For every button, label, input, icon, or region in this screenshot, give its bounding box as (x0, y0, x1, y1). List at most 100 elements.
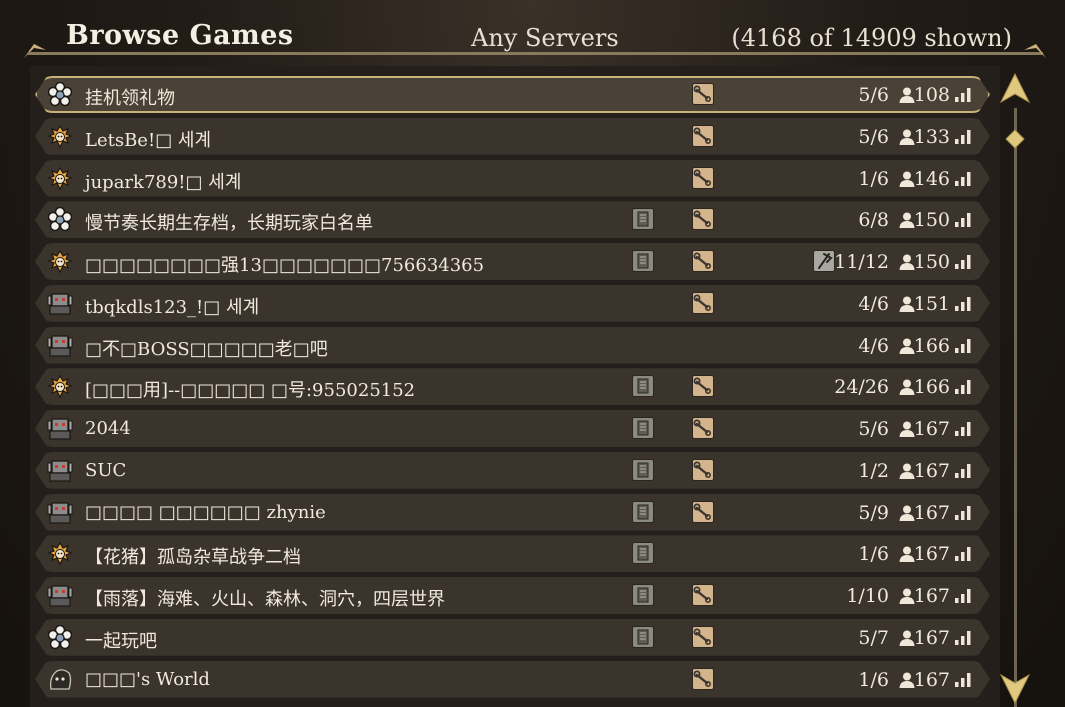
server-name: □不□BOSS□□□□□老□吧 (85, 338, 328, 360)
player-count: 5/6 (858, 418, 889, 440)
wx78-character-icon (47, 291, 73, 317)
ping-value: 146 (913, 167, 950, 190)
wx78-character-icon (47, 416, 73, 442)
server-name: SUC (85, 459, 127, 481)
header: Browse Games Any Servers (4168 of 14909 … (0, 0, 1065, 70)
flower-character-icon (47, 625, 73, 651)
player-count: 11/12 (834, 251, 889, 273)
mods-wrench-icon (692, 250, 714, 272)
ping-value: 166 (913, 376, 950, 399)
flower-character-icon (47, 82, 73, 108)
server-row[interactable]: 慢节奏长期生存档，长期玩家白名单 6/8 150 (35, 201, 990, 238)
ping-signal-icon (954, 463, 972, 478)
dedicated-server-icon (632, 375, 654, 397)
server-list: 挂机领礼物 5/6 108 LetsBe!□ 세계 5/6 133 jupark789!□ … (35, 76, 990, 702)
server-name: 慢节奏长期生存档，长期玩家白名单 (85, 213, 373, 235)
dedicated-server-icon (632, 626, 654, 648)
mods-wrench-icon (692, 292, 714, 314)
server-name: □□□□□□□□强13□□□□□□□756634365 (85, 255, 485, 276)
server-row[interactable]: [□□□用]--□□□□□ □号:955025152 24/26 166 (35, 368, 990, 405)
wilson-character-icon (47, 166, 73, 192)
ping-value: 167 (913, 626, 950, 649)
ping-value: 133 (913, 125, 950, 148)
scroll-thumb[interactable] (1005, 129, 1025, 149)
scrollbar[interactable] (1000, 70, 1030, 707)
mods-wrench-icon (692, 584, 714, 606)
scroll-track[interactable] (1014, 108, 1017, 707)
server-row[interactable]: jupark789!□ 세계 1/6 146 (35, 160, 990, 197)
ping-signal-icon (954, 129, 972, 144)
server-row[interactable]: 【雨落】海难、火山、森林、洞穴，四层世界 1/10 167 (35, 577, 990, 614)
ping-signal-icon (954, 338, 972, 353)
wx78-character-icon (47, 458, 73, 484)
dedicated-server-icon (632, 459, 654, 481)
ping-value: 167 (913, 459, 950, 482)
dedicated-server-icon (632, 584, 654, 606)
mods-wrench-icon (692, 83, 714, 105)
ping-signal-icon (954, 546, 972, 561)
player-count: 5/6 (858, 125, 889, 148)
server-name: 挂机领礼物 (85, 88, 175, 109)
mods-wrench-icon (692, 417, 714, 439)
ping-signal-icon (954, 505, 972, 520)
ping-signal-icon (954, 171, 972, 186)
page-title: Browse Games (66, 20, 294, 51)
mods-wrench-icon (692, 208, 714, 230)
server-row[interactable]: 挂机领礼物 5/6 108 (35, 76, 990, 113)
server-name: [□□□用]--□□□□□ □号:955025152 (85, 380, 416, 402)
ping-signal-icon (954, 630, 972, 645)
ping-signal-icon (954, 588, 972, 603)
flower-character-icon (47, 207, 73, 233)
scroll-up-arrow-icon[interactable] (1000, 72, 1030, 106)
server-row[interactable]: 一起玩吧 5/7 167 (35, 619, 990, 656)
server-row[interactable]: □不□BOSS□□□□□老□吧 4/6 166 (35, 327, 990, 364)
server-row[interactable]: 【花猪】孤岛杂草战争二档 1/6 167 (35, 535, 990, 572)
server-name: □□□'s World (85, 668, 210, 690)
ping-value: 150 (913, 209, 950, 232)
player-count: 1/6 (858, 668, 889, 691)
server-name: □□□□ □□□□□□ zhynie (85, 501, 326, 523)
server-row[interactable]: □□□'s World 1/6 167 (35, 661, 990, 698)
wx78-character-icon (47, 333, 73, 359)
webber-character-icon (47, 667, 73, 693)
server-row[interactable]: □□□□ □□□□□□ zhynie 5/9 167 (35, 494, 990, 531)
ping-signal-icon (954, 254, 972, 269)
ping-value: 167 (913, 543, 950, 566)
server-row[interactable]: SUC 1/2 167 (35, 452, 990, 489)
ping-signal-icon (954, 379, 972, 394)
server-name: jupark789!□ 세계 (85, 171, 242, 193)
server-name: 一起玩吧 (85, 630, 157, 652)
wilson-character-icon (47, 124, 73, 150)
player-count: 1/6 (858, 543, 889, 566)
mods-wrench-icon (692, 375, 714, 397)
dedicated-server-icon (632, 501, 654, 523)
server-name: 【雨落】海难、火山、森林、洞穴，四层世界 (85, 589, 445, 610)
wilson-character-icon (47, 249, 73, 275)
dedicated-server-icon (632, 250, 654, 272)
results-count: (4168 of 14909 shown) (731, 24, 1012, 52)
ping-signal-icon (954, 296, 972, 311)
ping-signal-icon (954, 672, 972, 687)
dedicated-server-icon (632, 542, 654, 564)
ping-value: 167 (913, 668, 950, 691)
server-row[interactable]: □□□□□□□□强13□□□□□□□756634365 11/12 150 (35, 243, 990, 280)
server-name: 【花猪】孤岛杂草战争二档 (85, 547, 301, 569)
ping-value: 108 (913, 84, 950, 106)
player-count: 1/2 (858, 459, 889, 482)
scroll-down-arrow-icon[interactable] (1000, 671, 1030, 705)
server-name: tbqkdls123_!□ 세계 (85, 296, 260, 318)
wx78-character-icon (47, 583, 73, 609)
ping-value: 150 (913, 251, 950, 273)
server-row[interactable]: LetsBe!□ 세계 5/6 133 (35, 118, 990, 155)
wilson-character-icon (47, 374, 73, 400)
server-row[interactable]: 2044 5/6 167 (35, 410, 990, 447)
player-count: 5/9 (858, 501, 889, 524)
server-filter[interactable]: Any Servers (471, 24, 619, 52)
server-row[interactable]: tbqkdls123_!□ 세계 4/6 151 (35, 285, 990, 322)
mods-wrench-icon (692, 125, 714, 147)
ping-value: 151 (913, 292, 950, 315)
server-name: 2044 (85, 418, 131, 439)
ping-signal-icon (954, 87, 972, 102)
player-count: 1/10 (846, 585, 889, 607)
wilson-character-icon (47, 541, 73, 567)
